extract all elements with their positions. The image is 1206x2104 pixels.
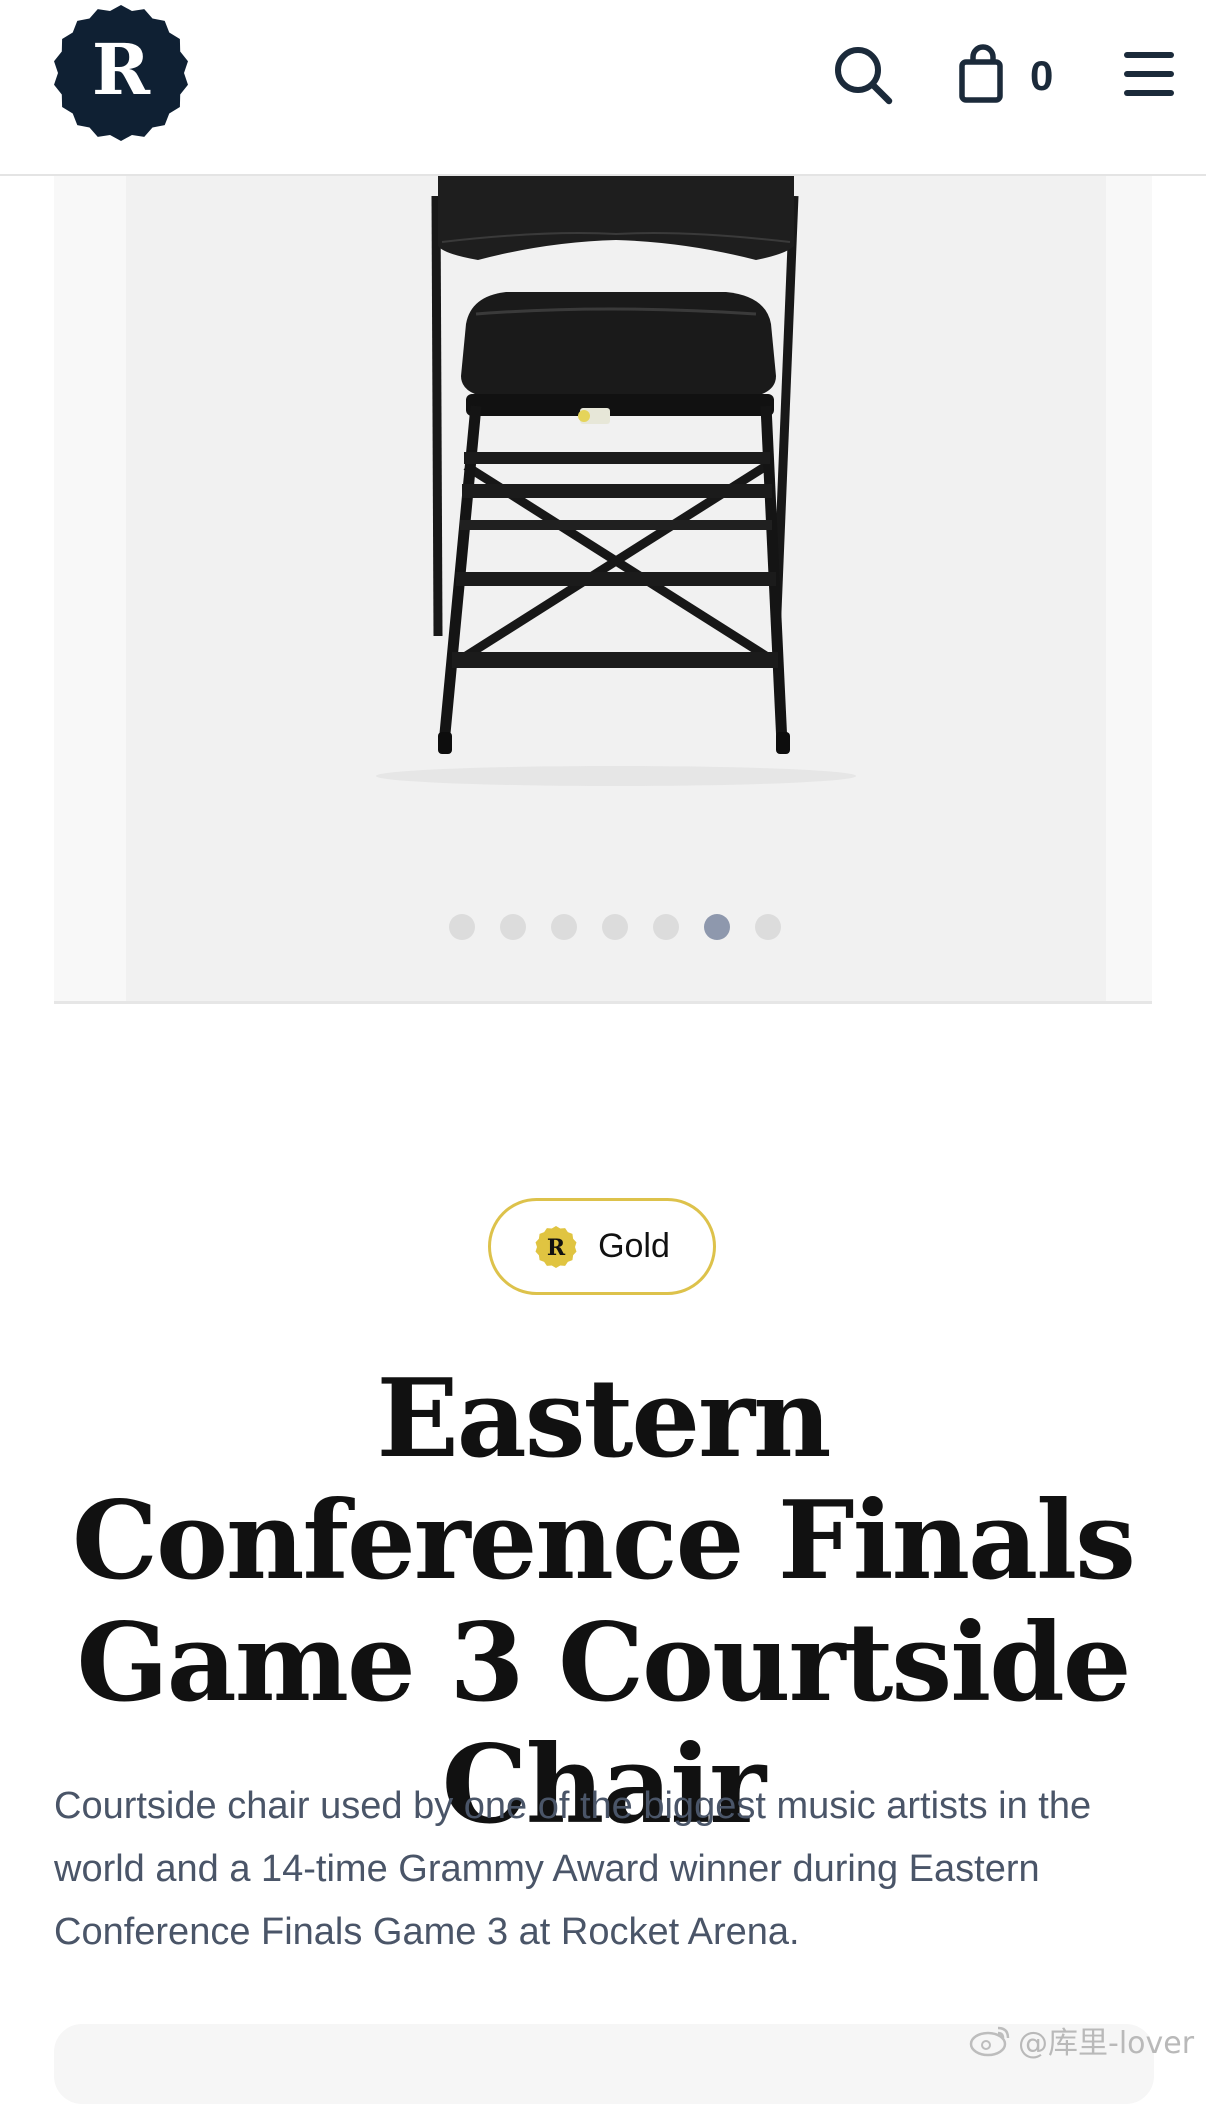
carousel-dot-1[interactable] [449, 914, 475, 940]
product-image-carousel[interactable] [54, 176, 1152, 1004]
cart-item-count: 0 [1030, 52, 1054, 99]
hamburger-menu-icon [1124, 52, 1174, 96]
carousel-dot-5[interactable] [653, 914, 679, 940]
carousel-dot-2[interactable] [500, 914, 526, 940]
watermark-text: @库里-lover [1018, 2026, 1195, 2061]
r-seal-logo-icon: R [54, 5, 188, 141]
search-button[interactable] [832, 44, 894, 106]
watermark: @库里-lover [968, 2020, 1195, 2061]
product-photo [126, 176, 1106, 1001]
product-title: Eastern Conference Finals Game 3 Courtsi… [72, 1356, 1136, 1848]
menu-button[interactable] [1122, 50, 1178, 100]
carousel-pagination [54, 914, 1152, 954]
cart-button[interactable]: 0 [958, 44, 1068, 112]
brand-logo[interactable]: R [52, 4, 190, 142]
folding-chair-image [376, 176, 856, 786]
top-navigation-bar: R 0 [0, 0, 1206, 176]
product-description: Courtside chair used by one of the bigge… [54, 1785, 1092, 1953]
gold-r-seal-icon: R [535, 1225, 577, 1268]
gold-tier-badge[interactable]: R Gold [488, 1198, 716, 1295]
shopping-bag-icon [959, 44, 1003, 103]
tier-icon-letter: R [547, 1235, 566, 1261]
tier-label: Gold [598, 1227, 670, 1265]
weibo-icon [969, 2026, 1010, 2057]
logo-letter: R [92, 28, 151, 111]
carousel-dot-7[interactable] [755, 914, 781, 940]
carousel-dot-3[interactable] [551, 914, 577, 940]
carousel-dot-6[interactable] [704, 914, 730, 940]
carousel-dot-4[interactable] [602, 914, 628, 940]
search-icon [835, 47, 893, 105]
